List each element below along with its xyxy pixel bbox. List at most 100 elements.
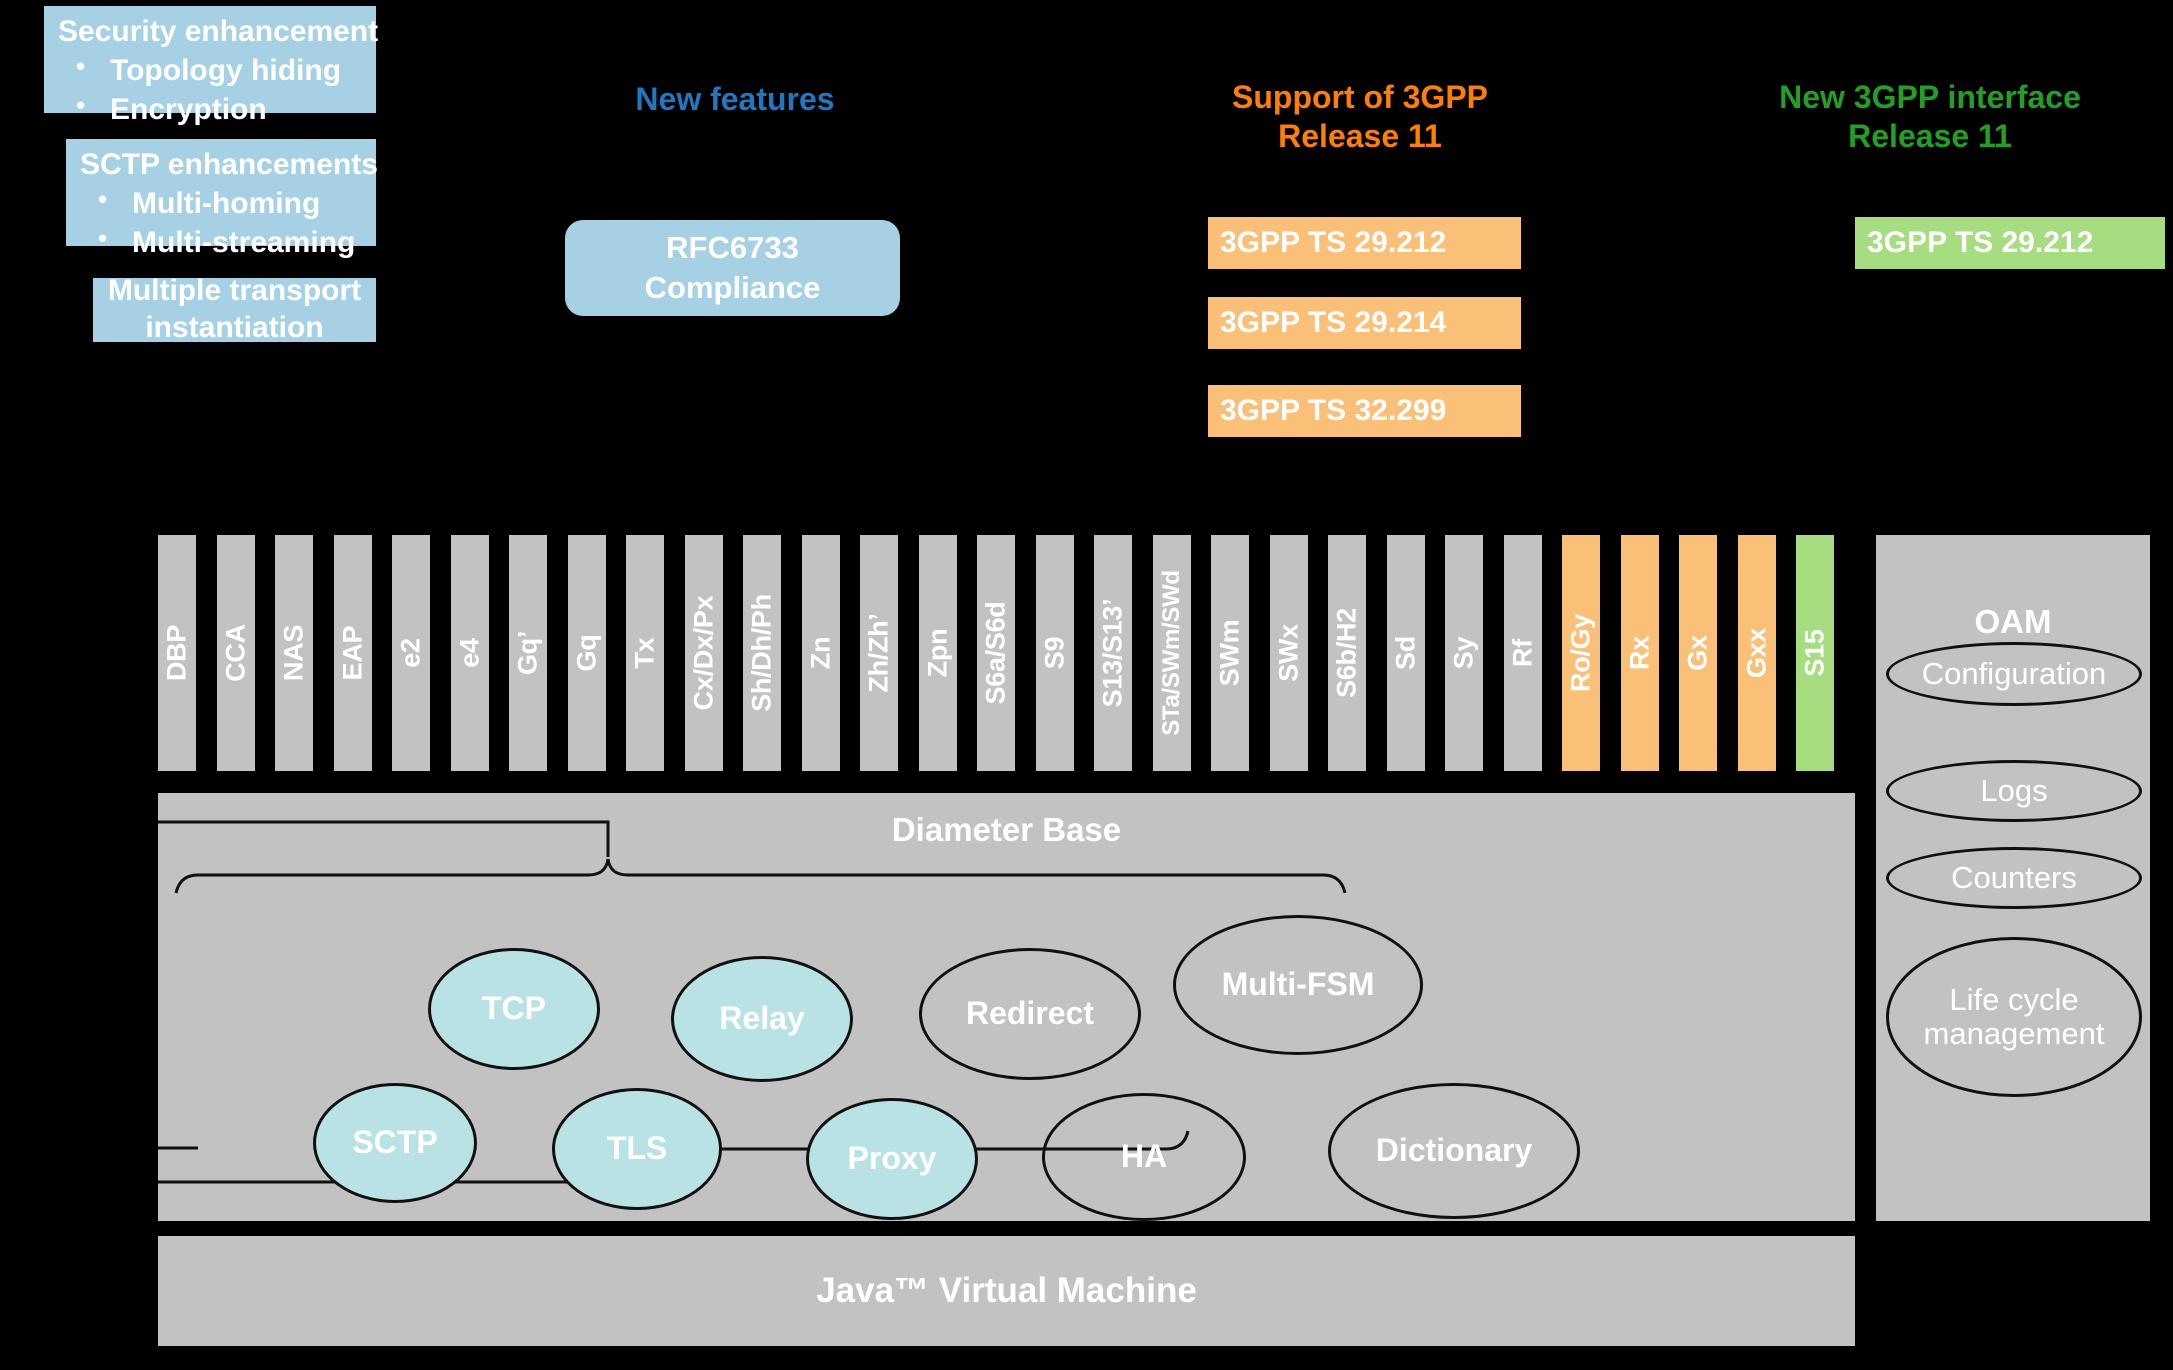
interface-column-label: S6a/S6d	[980, 601, 1011, 705]
callout-title: Security enhancement	[58, 15, 379, 48]
interface-column-label: Zh/Zh’	[863, 613, 894, 693]
interface-column-label: Zpn	[922, 628, 953, 678]
interface-column-s9[interactable]: S9	[1036, 535, 1074, 771]
interface-column-swm[interactable]: SWm	[1211, 535, 1249, 771]
interface-column-zn[interactable]: Zn	[802, 535, 840, 771]
jvm-label: Java™ Virtual Machine	[816, 1271, 1197, 1310]
oam-item-logs: Logs	[1886, 760, 2142, 822]
interface-column-label: Ro/Gy	[1565, 613, 1596, 693]
interface-column-label: S15	[1799, 629, 1830, 677]
interface-column-label: S6b/H2	[1331, 608, 1362, 698]
heading-line-1: New 3GPP interface	[1779, 79, 2081, 115]
interface-column-label: Sd	[1390, 636, 1421, 670]
interface-column-zpn[interactable]: Zpn	[919, 535, 957, 771]
spec-chip-29212-supported: 3GPP TS 29.212	[1208, 217, 1521, 269]
interface-column-label: Sh/Dh/Ph	[746, 594, 777, 712]
interface-column-e2[interactable]: e2	[392, 535, 430, 771]
interface-column-swx[interactable]: SWx	[1270, 535, 1308, 771]
oam-item-life-cycle-management: Life cycle management	[1886, 937, 2142, 1097]
interface-column-label: Cx/Dx/Px	[688, 595, 719, 711]
diameter-node-redirect[interactable]: Redirect	[919, 948, 1141, 1080]
interface-column-label: SWm	[1214, 619, 1245, 687]
interface-column-cca[interactable]: CCA	[217, 535, 255, 771]
interface-column-label: NAS	[278, 624, 309, 682]
callout-sctp-enhancements: SCTP enhancements Multi-homing Multi-str…	[66, 139, 378, 259]
diameter-node-relay[interactable]: Relay	[671, 956, 853, 1082]
interface-column-label: S13/S13’	[1097, 598, 1128, 708]
interface-column-cx-dx-px[interactable]: Cx/Dx/Px	[685, 535, 723, 771]
interface-column-gxx[interactable]: Gxx	[1738, 535, 1776, 771]
callout-bullet: Topology hiding	[58, 50, 362, 90]
interface-column-s15[interactable]: S15	[1796, 535, 1834, 771]
diameter-node-proxy[interactable]: Proxy	[806, 1098, 978, 1220]
heading-line-2: Release 11	[1848, 118, 2012, 155]
diameter-base-title: Diameter Base	[891, 811, 1122, 848]
interface-column-s13-s13[interactable]: S13/S13’	[1094, 535, 1132, 771]
diameter-base-panel: Diameter Base SCTP TCP TLS Relay Proxy Redire…	[158, 793, 1855, 1221]
interface-column-label: Gx	[1682, 635, 1713, 671]
callout-bullet: Multi-homing	[80, 183, 362, 223]
diameter-node-tcp[interactable]: TCP	[428, 948, 600, 1070]
interface-column-label: EAP	[337, 625, 368, 681]
callout-title: SCTP enhancements	[80, 148, 378, 181]
heading-new-features: New features	[635, 81, 835, 117]
interface-column-label: Tx	[629, 637, 660, 669]
diameter-node-ha[interactable]: HA	[1042, 1093, 1246, 1221]
interface-column-s6b-h2[interactable]: S6b/H2	[1328, 535, 1366, 771]
heading-support-3gpp: Support of 3GPP Release 11	[1195, 78, 1525, 156]
callout-bullet: Encryption	[58, 89, 362, 129]
interface-column-label: e2	[395, 638, 426, 668]
oam-panel: OAM Configuration Logs Counters Life cyc…	[1876, 535, 2150, 1221]
interface-column-label: Rf	[1507, 639, 1538, 667]
interface-column-rx[interactable]: Rx	[1621, 535, 1659, 771]
spec-chip-29212-new-interface: 3GPP TS 29.212	[1855, 217, 2165, 269]
interface-column-label: Sy	[1448, 636, 1479, 670]
interface-column-rf[interactable]: Rf	[1504, 535, 1542, 771]
oam-item-counters: Counters	[1886, 847, 2142, 909]
diameter-node-sctp[interactable]: SCTP	[313, 1083, 477, 1203]
interface-column-zh-zh[interactable]: Zh/Zh’	[860, 535, 898, 771]
interface-column-label: S9	[1039, 636, 1070, 670]
interface-column-tx[interactable]: Tx	[626, 535, 664, 771]
interface-column-gq[interactable]: Gq’	[509, 535, 547, 771]
diameter-node-tls[interactable]: TLS	[552, 1088, 722, 1210]
interface-column-ro-gy[interactable]: Ro/Gy	[1562, 535, 1600, 771]
interface-column-sd[interactable]: Sd	[1387, 535, 1425, 771]
interface-column-sta-swm-swd[interactable]: STa/SWm/SWd	[1153, 535, 1191, 771]
callout-bullets: Multi-homing Multi-streaming	[80, 183, 362, 262]
interface-column-gq[interactable]: Gq	[568, 535, 606, 771]
interface-column-dbp[interactable]: DBP	[158, 535, 196, 771]
heading-line-1: Support of 3GPP	[1232, 79, 1488, 115]
oam-title: OAM	[1974, 603, 2052, 640]
interface-column-label: Gq’	[512, 630, 543, 676]
callout-multiple-transport: Multiple transport instantiation	[93, 274, 376, 344]
heading-line-2: Release 11	[1278, 118, 1442, 155]
interface-column-eap[interactable]: EAP	[334, 535, 372, 771]
spec-chip-29214-supported: 3GPP TS 29.214	[1208, 297, 1521, 349]
new-feature-rfc6733-box: RFC6733 Compliance	[565, 220, 900, 316]
interface-column-e4[interactable]: e4	[451, 535, 489, 771]
callout-bullet: Multi-streaming	[80, 222, 362, 262]
rfc-line-1: RFC6733	[666, 229, 799, 265]
jvm-bar: Java™ Virtual Machine	[158, 1236, 1855, 1346]
interface-column-label: e4	[454, 638, 485, 668]
heading-new-3gpp-interface: New 3GPP interface Release 11	[1740, 78, 2120, 156]
diagram-canvas: Security enhancement Topology hiding Enc…	[0, 0, 2173, 1370]
callout-title: Multiple transport instantiation	[107, 274, 362, 344]
interface-column-label: CCA	[220, 624, 251, 682]
interface-column-sy[interactable]: Sy	[1445, 535, 1483, 771]
spec-chip-32299-supported: 3GPP TS 32.299	[1208, 385, 1521, 437]
interface-column-s6a-s6d[interactable]: S6a/S6d	[977, 535, 1015, 771]
interface-column-sh-dh-ph[interactable]: Sh/Dh/Ph	[743, 535, 781, 771]
interface-column-label: Rx	[1624, 636, 1655, 670]
interface-column-strip: DBP CCA NAS EAP e2 e4 Gq’ Gq Tx Cx/Dx/Px Sh/Dh/Ph Z…	[158, 535, 1855, 771]
rfc-line-2: Compliance	[644, 270, 821, 305]
interface-column-label: SWx	[1273, 624, 1304, 682]
interface-column-label: Zn	[805, 636, 836, 670]
interface-column-gx[interactable]: Gx	[1679, 535, 1717, 771]
callout-bullets: Topology hiding Encryption	[58, 50, 362, 129]
diameter-node-dictionary[interactable]: Dictionary	[1328, 1083, 1580, 1219]
diameter-node-multi-fsm[interactable]: Multi-FSM	[1173, 915, 1423, 1055]
callout-security-enhancement: Security enhancement Topology hiding Enc…	[44, 6, 379, 126]
interface-column-nas[interactable]: NAS	[275, 535, 313, 771]
